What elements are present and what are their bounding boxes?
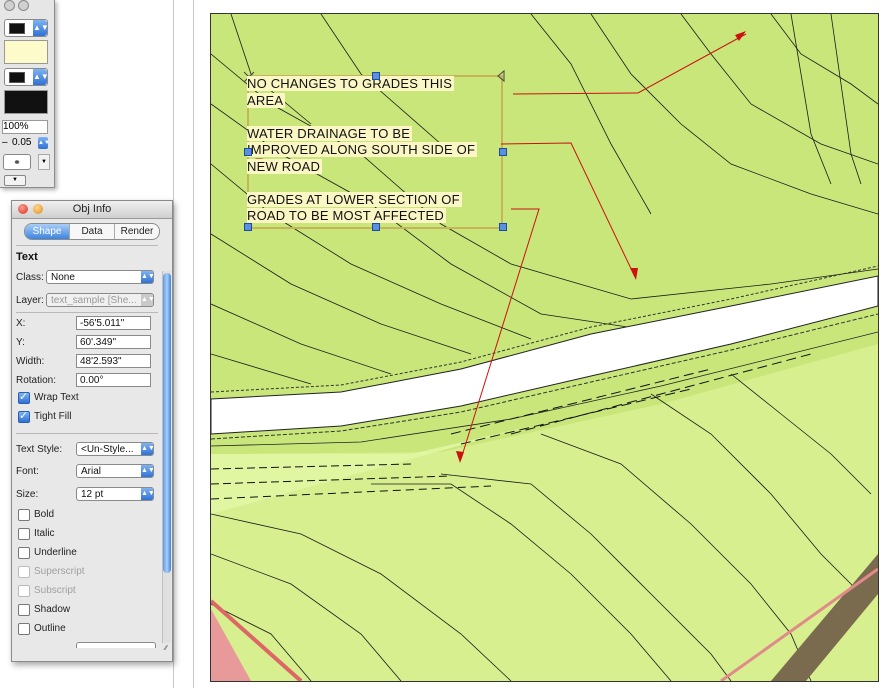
- obj-info-titlebar[interactable]: Obj Info: [12, 201, 172, 219]
- italic-checkbox[interactable]: [18, 528, 30, 540]
- selection-handle[interactable]: [499, 223, 507, 231]
- y-field[interactable]: 60'.349": [76, 335, 151, 349]
- text-style-label: Text Style:: [16, 444, 63, 455]
- chevron-updown-icon: ▲▼: [141, 294, 153, 306]
- tab-render[interactable]: Render: [115, 224, 159, 239]
- class-select[interactable]: None ▲▼: [46, 270, 154, 284]
- tight-fill-checkbox[interactable]: [18, 409, 30, 423]
- note-line: AREA: [247, 92, 286, 108]
- size-label: Size:: [16, 489, 39, 500]
- line-weight-value[interactable]: 0.05: [12, 137, 31, 148]
- outline-checkbox[interactable]: [18, 623, 30, 635]
- note-line: NEW ROAD: [247, 158, 323, 174]
- superscript-checkbox[interactable]: [18, 566, 30, 578]
- width-field[interactable]: 48'2.593": [76, 354, 151, 368]
- wrap-text-checkbox[interactable]: [18, 390, 30, 404]
- class-value: None: [51, 272, 75, 283]
- layer-value: text_sample [She...: [51, 295, 137, 306]
- selection-handle[interactable]: [499, 148, 507, 156]
- superscript-label: Superscript: [34, 566, 85, 577]
- italic-label: Italic: [34, 528, 55, 539]
- palette-scrollbar[interactable]: [162, 271, 171, 643]
- note-gap: [247, 175, 509, 192]
- shadow-checkbox[interactable]: [18, 604, 30, 616]
- tab-data[interactable]: Data: [70, 224, 114, 239]
- fill-style-select[interactable]: ▲▼: [4, 19, 49, 37]
- ruler-divider-2: [193, 0, 194, 688]
- wrap-text-label: Wrap Text: [34, 392, 79, 403]
- arrow-head-icon: [630, 268, 638, 280]
- font-label: Font:: [16, 466, 39, 477]
- resize-grip-icon[interactable]: ∕∕: [162, 645, 170, 659]
- arrow-1: [512, 33, 747, 95]
- selection-handle[interactable]: [244, 148, 252, 156]
- pen-color-swatch[interactable]: [4, 90, 48, 114]
- shadow-label: Shadow: [34, 604, 71, 615]
- note-line: IMPROVED ALONG SOUTH SIDE OF: [247, 142, 478, 157]
- bold-label: Bold: [34, 509, 55, 520]
- separator: [16, 312, 158, 313]
- expand-menu-icon[interactable]: ▼: [4, 175, 26, 186]
- underline-label: Underline: [34, 547, 77, 558]
- object-type-heading: Text: [16, 251, 38, 263]
- window-close-icon[interactable]: [4, 0, 15, 11]
- font-value: Arial: [81, 466, 102, 477]
- chevron-updown-icon: ▲▼: [33, 69, 49, 85]
- chevron-updown-icon: ▲▼: [141, 465, 153, 477]
- class-label: Class:: [16, 272, 44, 283]
- size-select[interactable]: 12 pt ▲▼: [76, 487, 154, 501]
- layer-select[interactable]: text_sample [She... ▲▼: [46, 293, 154, 307]
- obj-info-palette: Obj Info Shape Data Render Text Class: N…: [11, 200, 173, 662]
- size-value: 12 pt: [81, 489, 104, 500]
- underline-checkbox[interactable]: [18, 547, 30, 559]
- obj-info-title: Obj Info: [72, 203, 112, 215]
- scrollbar-thumb[interactable]: [163, 273, 171, 573]
- chevron-updown-icon: ▲▼: [33, 20, 49, 36]
- rotation-label: Rotation:: [16, 375, 57, 386]
- font-select[interactable]: Arial ▲▼: [76, 464, 154, 478]
- subscript-checkbox[interactable]: [18, 585, 30, 597]
- y-label: Y:: [16, 337, 25, 348]
- attributes-palette: ▲▼ ▲▼ 100% – 0.05 ▲▼ ⚭ ▼ ▼: [0, 0, 55, 188]
- separator: [16, 433, 158, 434]
- note-line: WATER DRAINAGE TO BE: [247, 125, 413, 141]
- text-style-value: <Un-Style...: [81, 444, 134, 455]
- link-icon[interactable]: ⚭: [3, 154, 31, 170]
- fill-color-swatch[interactable]: [4, 40, 48, 64]
- line-weight-dash-icon: –: [2, 137, 8, 148]
- chevron-updown-icon: ▲▼: [141, 271, 153, 283]
- pen-style-select[interactable]: ▲▼: [4, 68, 49, 86]
- annotation-text[interactable]: NO CHANGES TO GRADES THIS AREA WATER DRA…: [247, 76, 509, 225]
- window-minimize-icon[interactable]: [18, 0, 29, 11]
- note-gap: [247, 109, 509, 126]
- obj-info-tabs: Shape Data Render: [24, 223, 160, 240]
- separator: [16, 245, 158, 246]
- outline-label: Outline: [34, 623, 66, 634]
- ruler-divider: [173, 0, 174, 688]
- pen-style-swatch-icon: [9, 72, 25, 83]
- cut-off-select[interactable]: [76, 642, 156, 648]
- layer-label: Layer:: [16, 295, 44, 306]
- selection-handle[interactable]: [372, 72, 380, 80]
- subscript-label: Subscript: [34, 585, 76, 596]
- selection-handle[interactable]: [372, 223, 380, 231]
- rotation-field[interactable]: 0.00°: [76, 373, 151, 387]
- width-label: Width:: [16, 356, 45, 367]
- tight-fill-label: Tight Fill: [34, 411, 72, 422]
- x-label: X:: [16, 318, 26, 329]
- bold-checkbox[interactable]: [18, 509, 30, 521]
- line-weight-stepper[interactable]: ▲▼: [38, 137, 50, 149]
- x-field[interactable]: -56'5.011": [76, 316, 151, 330]
- opacity-field[interactable]: 100%: [2, 120, 48, 134]
- arrow-2: [500, 142, 636, 278]
- selection-handle[interactable]: [244, 223, 252, 231]
- chevron-updown-icon: ▲▼: [141, 443, 153, 455]
- note-line: GRADES AT LOWER SECTION OF: [247, 191, 462, 207]
- tab-shape[interactable]: Shape: [25, 224, 69, 239]
- fill-style-swatch-icon: [9, 23, 25, 34]
- text-style-select[interactable]: <Un-Style... ▲▼: [76, 442, 154, 456]
- chevron-updown-icon: ▲▼: [141, 488, 153, 500]
- chevron-down-icon[interactable]: ▼: [38, 154, 50, 170]
